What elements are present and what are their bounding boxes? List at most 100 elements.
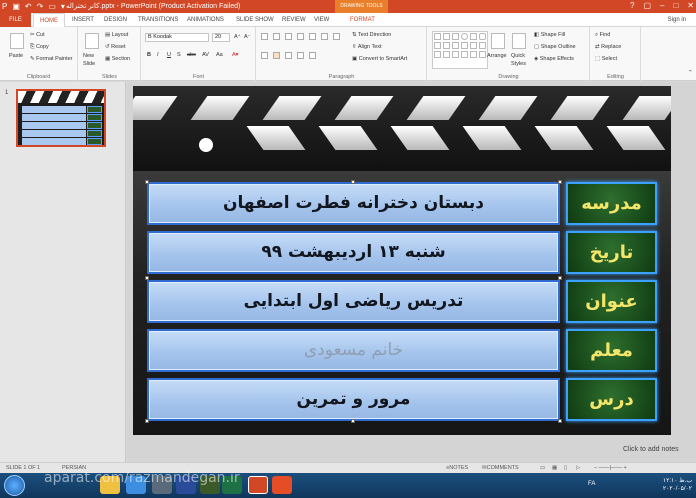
selection-handle[interactable] — [558, 276, 562, 280]
more-shapes-icon[interactable] — [479, 51, 486, 58]
decrease-indent-icon[interactable] — [285, 33, 292, 40]
bullets-icon[interactable] — [261, 33, 268, 40]
shadow-button[interactable]: S — [177, 51, 181, 59]
format-painter-button[interactable]: ✎ Format Painter — [30, 55, 73, 63]
align-text-button[interactable]: ⇳ Align Text — [352, 43, 382, 51]
rounded-rect-shape-icon[interactable] — [479, 33, 486, 40]
selection-handle[interactable] — [145, 419, 149, 423]
redo-icon[interactable]: ↷ — [37, 1, 44, 12]
shape-effects-button[interactable]: ◈ Shape Effects — [534, 55, 574, 63]
selection-handle[interactable] — [351, 180, 355, 184]
shapes-gallery[interactable] — [432, 31, 488, 69]
curve-shape-icon[interactable] — [443, 42, 450, 49]
start-button[interactable] — [4, 475, 25, 496]
tab-format[interactable]: FORMAT — [350, 15, 375, 25]
selection-handle[interactable] — [558, 180, 562, 184]
change-case-icon[interactable]: Aa — [216, 51, 223, 59]
selection-handle[interactable] — [351, 419, 355, 423]
convert-smartart-button[interactable]: ▣ Convert to SmartArt — [352, 55, 407, 63]
customize-qat-icon[interactable]: ▾ — [61, 1, 65, 12]
cloud-shape-icon[interactable] — [461, 51, 468, 58]
align-left-icon[interactable] — [261, 52, 268, 59]
underline-button[interactable]: U — [167, 51, 171, 59]
section-button[interactable]: ▦ Section — [105, 55, 130, 63]
date-label-box[interactable]: تاریخ — [566, 231, 657, 274]
arrow-shape-icon[interactable] — [443, 33, 450, 40]
numbering-icon[interactable] — [273, 33, 280, 40]
paste-icon[interactable] — [10, 33, 24, 49]
oval-shape-icon[interactable] — [461, 33, 468, 40]
new-slide-icon[interactable] — [85, 33, 99, 49]
font-name-box[interactable]: B Koodak — [145, 33, 209, 42]
tab-file[interactable]: FILE — [0, 13, 31, 27]
shrink-font-icon[interactable]: A⁻ — [244, 33, 251, 41]
char-spacing-icon[interactable]: AV — [202, 51, 209, 59]
tab-view[interactable]: VIEW — [314, 15, 329, 25]
paste-button[interactable]: Paste — [9, 52, 23, 60]
tab-transitions[interactable]: TRANSITIONS — [138, 15, 178, 25]
lesson-value-box[interactable]: مرور و تمرین — [147, 378, 560, 421]
quick-styles-icon[interactable] — [512, 33, 526, 49]
line-spacing-icon[interactable] — [309, 33, 316, 40]
cut-button[interactable]: ✂ Cut — [30, 31, 45, 39]
callout-shape-icon[interactable] — [470, 42, 477, 49]
banner-shape-icon[interactable] — [470, 51, 477, 58]
tab-insert[interactable]: INSERT — [72, 15, 94, 25]
rtl-icon[interactable] — [333, 33, 340, 40]
system-clock[interactable]: ۱۲:۱۰ ب.ظ ۲۰۲۰/۰۵/۰۲ — [663, 477, 692, 493]
strikethrough-button[interactable]: abc — [187, 51, 196, 59]
title-value-box[interactable]: تدریس ریاضی اول ابتدایی — [147, 280, 560, 323]
align-right-icon[interactable] — [285, 52, 292, 59]
layout-button[interactable]: ▤ Layout — [105, 31, 128, 39]
selection-handle[interactable] — [145, 276, 149, 280]
undo-icon[interactable]: ↶ — [25, 1, 32, 12]
slide-thumbnail[interactable] — [16, 89, 106, 147]
chevron-shape-icon[interactable] — [443, 51, 450, 58]
shape-fill-button[interactable]: ◧ Shape Fill — [534, 31, 565, 39]
align-center-icon[interactable] — [273, 52, 280, 59]
brace-shape-icon[interactable] — [479, 42, 486, 49]
maximize-button[interactable]: □ — [673, 0, 678, 12]
heart-shape-icon[interactable] — [452, 51, 459, 58]
tab-design[interactable]: DESIGN — [104, 15, 127, 25]
columns-icon[interactable] — [309, 52, 316, 59]
notes-placeholder[interactable]: Click to add notes — [623, 446, 679, 453]
copy-button[interactable]: ⎘ Copy — [30, 43, 49, 51]
arrange-button[interactable]: Arrange — [487, 52, 507, 60]
font-color-icon[interactable]: A▾ — [232, 51, 238, 59]
comments-toggle[interactable]: ✉ COMMENTS — [482, 463, 519, 473]
save-icon[interactable]: ▣ — [12, 1, 20, 12]
notes-toggle[interactable]: ≡ NOTES — [446, 463, 468, 473]
input-language[interactable]: FA — [588, 481, 595, 487]
find-button[interactable]: ⌕ Find — [595, 31, 610, 39]
tab-review[interactable]: REVIEW — [282, 15, 306, 25]
text-direction-button[interactable]: ⇅ Text Direction — [352, 31, 391, 39]
triangle-shape-icon[interactable] — [470, 33, 477, 40]
sign-in-link[interactable]: Sign in — [668, 15, 686, 25]
pentagon-shape-icon[interactable] — [452, 42, 459, 49]
rectangle-shape-icon[interactable] — [452, 33, 459, 40]
tab-animations[interactable]: ANIMATIONS — [187, 15, 224, 25]
increase-indent-icon[interactable] — [297, 33, 304, 40]
new-slide-button[interactable]: New Slide — [83, 52, 107, 68]
lesson-label-box[interactable]: درس — [566, 378, 657, 421]
star-shape-icon[interactable] — [461, 42, 468, 49]
close-button[interactable]: ✕ — [687, 0, 694, 12]
tab-slide-show[interactable]: SLIDE SHOW — [236, 15, 274, 25]
connector-shape-icon[interactable] — [434, 42, 441, 49]
title-label-box[interactable]: عنوان — [566, 280, 657, 323]
justify-icon[interactable] — [297, 52, 304, 59]
help-icon[interactable]: ? — [630, 0, 634, 12]
slideshow-view-icon[interactable]: ▷ — [576, 463, 580, 473]
reset-button[interactable]: ↺ Reset — [105, 43, 126, 51]
replace-button[interactable]: ⇄ Replace — [595, 43, 621, 51]
powerpoint-taskbar-icon[interactable] — [248, 476, 268, 494]
teacher-label-box[interactable]: معلم — [566, 329, 657, 372]
collapse-ribbon-icon[interactable]: ⌃ — [688, 69, 693, 77]
tab-home[interactable]: HOME — [33, 13, 65, 27]
selection-handle[interactable] — [145, 180, 149, 184]
select-button[interactable]: ⬚ Select — [595, 55, 617, 63]
selection-handle[interactable] — [558, 419, 562, 423]
line-shape-icon[interactable] — [434, 33, 441, 40]
block-arrow-shape-icon[interactable] — [434, 51, 441, 58]
